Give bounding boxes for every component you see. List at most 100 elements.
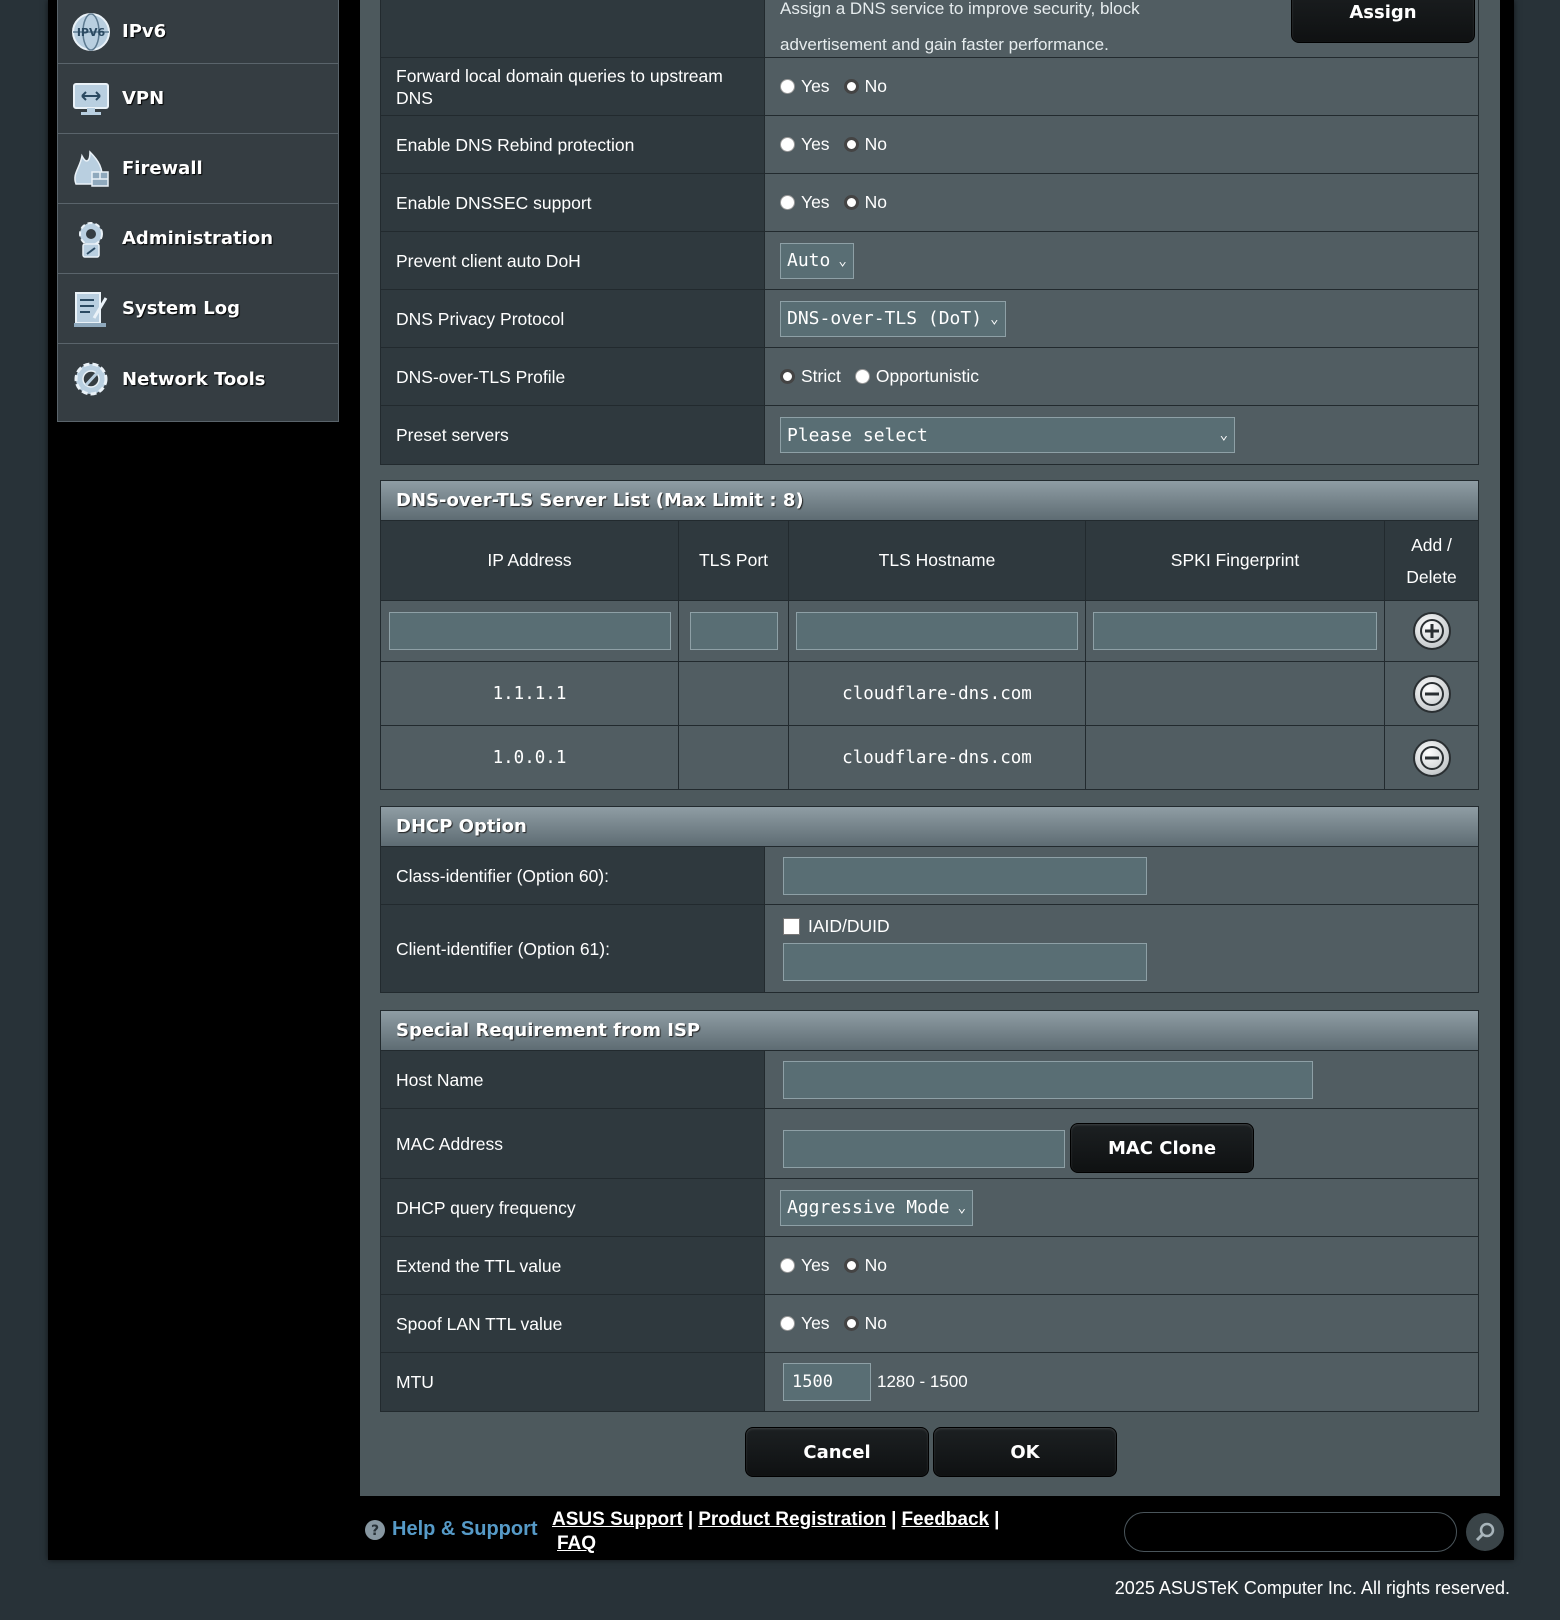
assign-button[interactable]: Assign	[1291, 0, 1475, 43]
col-tls-hostname: TLS Hostname	[789, 521, 1086, 600]
copyright: 2025 ASUSTeK Computer Inc. All rights re…	[1114, 1578, 1510, 1598]
dns-settings-table: Assign a DNS service to improve security…	[380, 0, 1479, 465]
dhcp-frequency-row: DHCP query frequency Aggressive Mode ⌄	[381, 1179, 1478, 1237]
add-server-button[interactable]	[1412, 612, 1451, 650]
sidebar-item-label: Firewall	[122, 158, 203, 179]
client-identifier-label: Client-identifier (Option 61):	[381, 905, 765, 992]
sidebar-item-label: System Log	[122, 298, 240, 319]
content-panel: Assign a DNS service to improve security…	[360, 0, 1500, 1496]
mtu-row: MTU 1500 1280 - 1500	[381, 1353, 1478, 1411]
chevron-down-icon: ⌄	[838, 252, 847, 269]
sidebar-menu: IPV6 IPv6 VPN Firewall Administration Sy…	[57, 0, 339, 422]
dns-assign-description: Assign a DNS service to improve security…	[780, 0, 1140, 54]
spoof-no-radio[interactable]	[843, 1316, 859, 1331]
dns-privacy-row: DNS Privacy Protocol DNS-over-TLS (DoT) ⌄	[381, 290, 1478, 348]
preset-servers-label: Preset servers	[381, 406, 765, 464]
server-spki	[1086, 726, 1385, 789]
forward-local-domain-label: Forward local domain queries to upstream…	[381, 58, 765, 115]
ttl-yes-radio[interactable]	[780, 1258, 795, 1273]
search-icon	[1475, 1522, 1495, 1542]
dns-assign-row: Assign a DNS service to improve security…	[381, 0, 1478, 58]
dnssec-yes-radio[interactable]	[780, 195, 795, 210]
svg-text:?: ?	[371, 1523, 379, 1539]
plus-icon	[1419, 619, 1444, 643]
dhcp-option-table: DHCP Option Class-identifier (Option 60)…	[380, 806, 1479, 993]
profile-opportunistic-radio[interactable]	[854, 369, 870, 384]
svg-text:IPV6: IPV6	[77, 26, 106, 39]
client-identifier-input[interactable]	[783, 943, 1147, 981]
chevron-down-icon: ⌄	[957, 1199, 966, 1216]
ipv6-globe-icon: IPV6	[72, 12, 110, 51]
dns-rebind-row: Enable DNS Rebind protection Yes No	[381, 116, 1478, 174]
dot-header-row: IP Address TLS Port TLS Hostname SPKI Fi…	[381, 521, 1478, 601]
spki-fingerprint-input[interactable]	[1093, 612, 1377, 650]
faq-link[interactable]: FAQ	[557, 1533, 596, 1554]
sidebar-item-label: Administration	[122, 228, 274, 249]
sidebar-item-ipv6[interactable]: IPV6 IPv6	[58, 0, 338, 64]
mac-address-input[interactable]	[783, 1129, 1065, 1168]
sidebar-item-vpn[interactable]: VPN	[58, 64, 338, 134]
host-name-input[interactable]	[783, 1060, 1313, 1099]
table-row: 1.0.0.1 cloudflare-dns.com	[381, 726, 1478, 789]
dnssec-no-radio[interactable]	[843, 195, 859, 210]
dot-profile-row: DNS-over-TLS Profile Strict Opportunisti…	[381, 348, 1478, 406]
server-spki	[1086, 662, 1385, 725]
system-log-icon	[74, 291, 108, 327]
dot-server-list-table: DNS-over-TLS Server List (Max Limit : 8)…	[380, 480, 1479, 790]
network-tools-icon	[74, 362, 108, 396]
footer-search-input[interactable]	[1124, 1512, 1457, 1552]
delete-server-button[interactable]	[1412, 738, 1451, 777]
rebind-no-radio[interactable]	[843, 137, 859, 152]
dhcp-option-title: DHCP Option	[381, 807, 1478, 847]
dhcp-frequency-select[interactable]: Aggressive Mode ⌄	[780, 1189, 973, 1226]
mac-clone-button[interactable]: MAC Clone	[1070, 1123, 1254, 1173]
rebind-yes-radio[interactable]	[780, 137, 795, 152]
forward-yes-radio[interactable]	[780, 79, 795, 94]
ttl-no-radio[interactable]	[843, 1258, 859, 1273]
firewall-icon	[74, 149, 109, 187]
mac-address-label: MAC Address	[381, 1109, 765, 1178]
iaid-duid-checkbox[interactable]	[783, 918, 800, 935]
delete-server-button[interactable]	[1412, 674, 1451, 713]
dns-rebind-label: Enable DNS Rebind protection	[381, 116, 765, 173]
spoof-ttl-label: Spoof LAN TTL value	[381, 1295, 765, 1352]
preset-servers-select[interactable]: Please select ⌄	[780, 417, 1235, 453]
forward-no-radio[interactable]	[843, 79, 859, 94]
col-add-delete: Add / Delete	[1406, 534, 1457, 587]
feedback-link[interactable]: Feedback	[901, 1509, 989, 1530]
server-port	[679, 726, 789, 789]
sidebar-item-system-log[interactable]: System Log	[58, 274, 338, 344]
help-support: ? Help & Support	[364, 1518, 538, 1541]
tls-hostname-input[interactable]	[796, 612, 1078, 650]
dns-privacy-select[interactable]: DNS-over-TLS (DoT) ⌄	[780, 300, 1006, 337]
class-identifier-row: Class-identifier (Option 60):	[381, 847, 1478, 905]
profile-strict-radio[interactable]	[780, 369, 795, 384]
spoof-yes-radio[interactable]	[780, 1316, 795, 1331]
class-identifier-input[interactable]	[783, 856, 1147, 895]
tls-port-input[interactable]	[689, 612, 778, 650]
ok-button[interactable]: OK	[933, 1427, 1117, 1477]
dhcp-frequency-label: DHCP query frequency	[381, 1179, 765, 1236]
footer-links: ASUS Support | Product Registration | Feedba…	[552, 1509, 1000, 1554]
dot-profile-label: DNS-over-TLS Profile	[381, 348, 765, 405]
sidebar-item-firewall[interactable]: Firewall	[58, 134, 338, 204]
product-registration-link[interactable]: Product Registration	[698, 1509, 886, 1530]
sidebar-item-label: VPN	[122, 88, 165, 109]
help-support-label: Help & Support	[392, 1518, 538, 1540]
ip-address-input[interactable]	[388, 612, 671, 650]
server-hostname: cloudflare-dns.com	[789, 726, 1086, 789]
sidebar-item-network-tools[interactable]: Network Tools	[58, 344, 338, 414]
asus-support-link[interactable]: ASUS Support	[552, 1509, 683, 1530]
server-ip: 1.0.0.1	[381, 726, 679, 789]
mtu-input[interactable]: 1500	[783, 1363, 871, 1401]
server-hostname: cloudflare-dns.com	[789, 662, 1086, 725]
col-spki-fingerprint: SPKI Fingerprint	[1086, 521, 1385, 600]
cancel-button[interactable]: Cancel	[745, 1427, 929, 1477]
prevent-doh-select[interactable]: Auto ⌄	[780, 242, 854, 279]
vpn-monitor-icon	[73, 82, 109, 115]
host-name-label: Host Name	[381, 1051, 765, 1108]
sidebar-item-administration[interactable]: Administration	[58, 204, 338, 274]
footer-search-button[interactable]	[1466, 1513, 1504, 1551]
sidebar-item-label: Network Tools	[122, 368, 266, 390]
prevent-doh-row: Prevent client auto DoH Auto ⌄	[381, 232, 1478, 290]
